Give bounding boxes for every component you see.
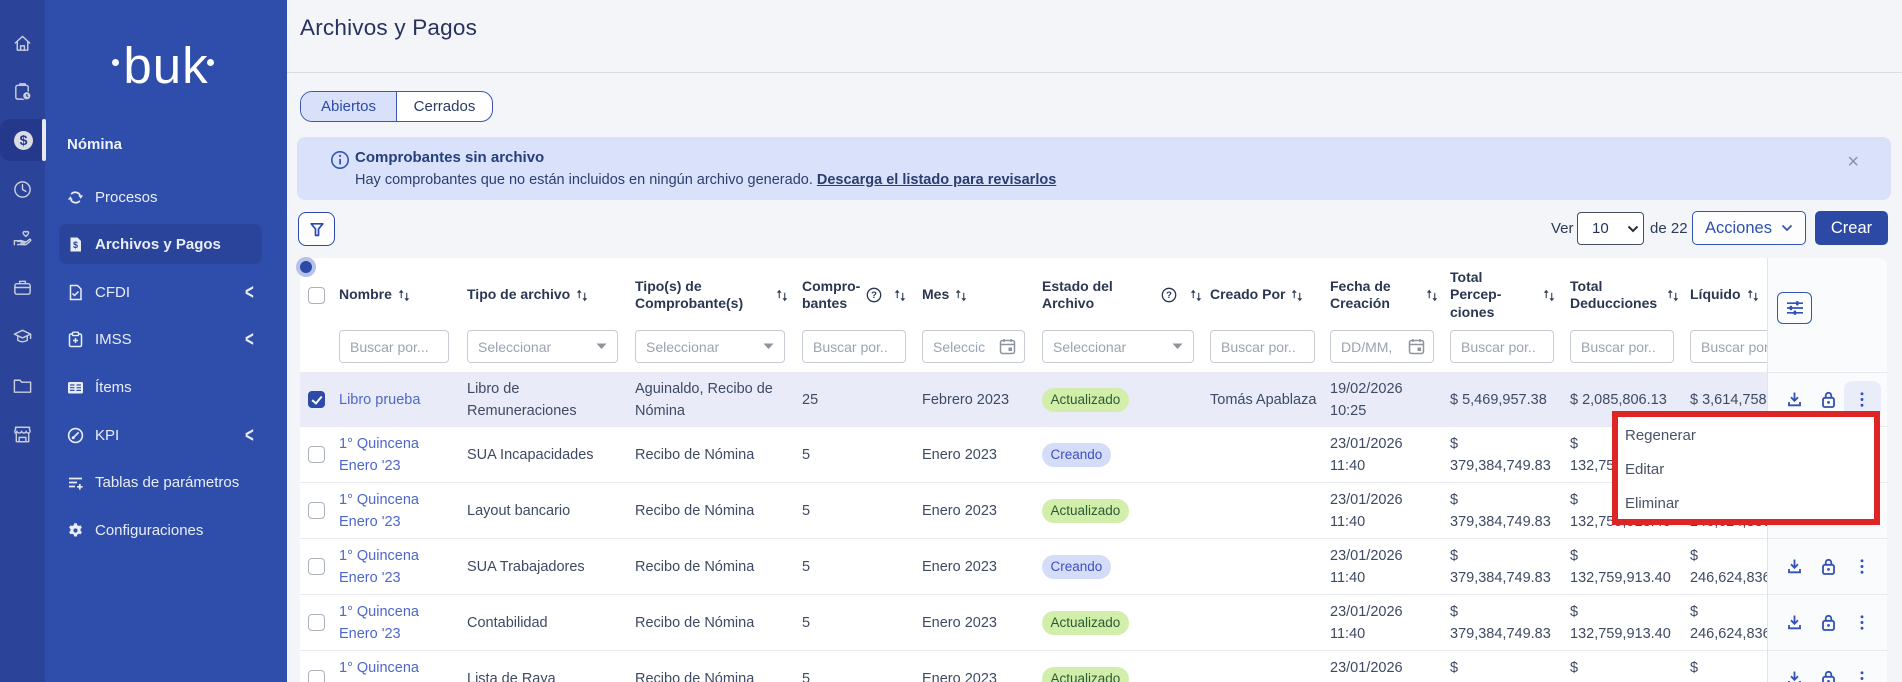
svg-text:$: $ [73, 240, 78, 250]
svg-text:?: ? [871, 290, 877, 301]
svg-text:?: ? [1166, 290, 1172, 301]
